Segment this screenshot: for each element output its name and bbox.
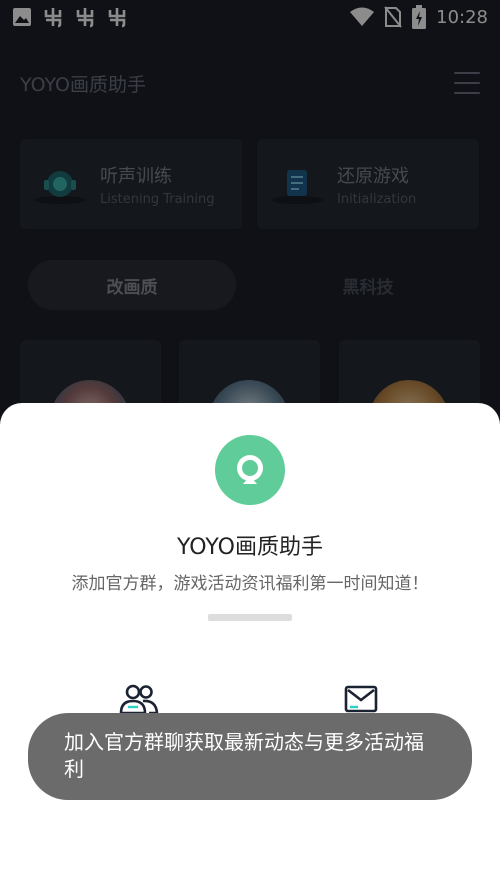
toast-message: 加入官方群聊获取最新动态与更多活动福利 (28, 713, 472, 800)
sheet-description: 添加官方群，游戏活动资讯福利第一时间知道！ (71, 574, 429, 594)
mail-icon[interactable] (341, 681, 381, 717)
sheet-divider (208, 614, 292, 621)
group-icon[interactable] (119, 681, 159, 717)
app-logo-icon (215, 435, 285, 505)
join-group-sheet: YOYO画质助手 添加官方群，游戏活动资讯福利第一时间知道！ (0, 403, 500, 889)
sheet-title: YOYO画质助手 (177, 535, 323, 560)
